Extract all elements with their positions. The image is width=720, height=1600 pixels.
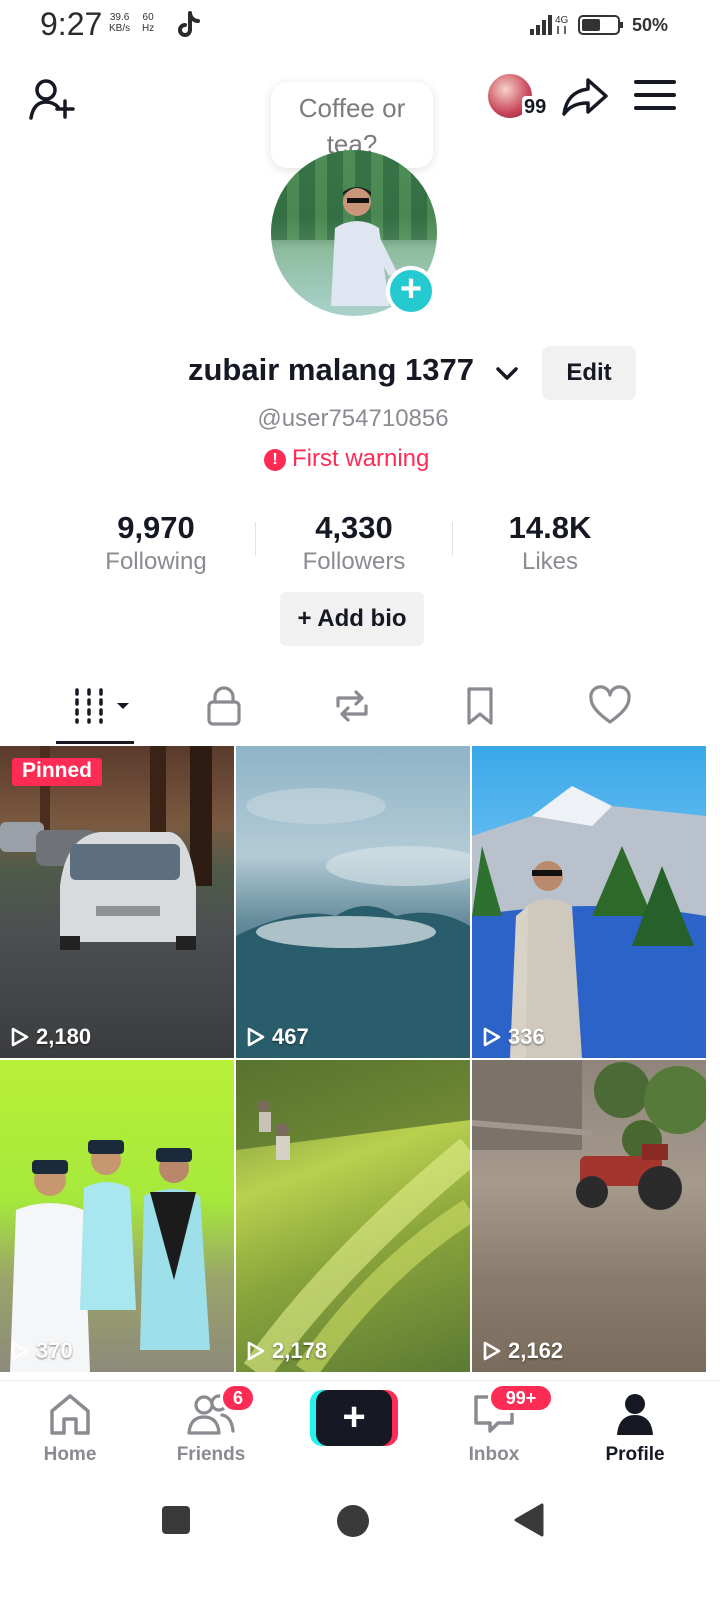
view-count: 2,162 <box>482 1338 563 1364</box>
following-label: Following <box>105 548 207 575</box>
chevron-down-icon[interactable] <box>494 360 520 386</box>
stat-followers[interactable]: 4,330 Followers <box>259 508 449 576</box>
recent-apps-icon[interactable] <box>160 1504 192 1536</box>
video-tile[interactable]: Pinned 2,180 <box>0 746 234 1058</box>
play-icon <box>11 1027 29 1047</box>
status-bar: 9:27 39.6 KB/s 60 Hz 4G 50% <box>0 0 720 50</box>
status-time: 9:27 <box>40 6 103 42</box>
view-count: 2,178 <box>246 1338 327 1364</box>
play-icon <box>11 1341 29 1361</box>
followers-label: Followers <box>302 548 406 575</box>
video-tile[interactable]: 2,162 <box>472 1060 706 1372</box>
stat-likes[interactable]: 14.8K Likes <box>455 508 645 576</box>
inbox-badge: 99+ <box>488 1383 554 1413</box>
view-count: 336 <box>482 1024 545 1050</box>
warning-icon: ! <box>264 449 286 471</box>
tab-reposts[interactable] <box>322 684 382 734</box>
tab-private[interactable] <box>194 684 254 734</box>
create-button[interactable]: + <box>310 1390 398 1446</box>
play-icon <box>483 1027 501 1047</box>
nav-friends-label: Friends <box>176 1444 246 1465</box>
system-nav-bar <box>0 1480 720 1600</box>
lock-icon <box>207 686 241 726</box>
tab-liked[interactable] <box>580 684 640 734</box>
create-plus-icon: + <box>316 1390 392 1446</box>
tiktok-icon <box>178 11 200 37</box>
battery-percent: 50% <box>632 15 669 35</box>
video-thumbnail <box>472 1060 706 1210</box>
nav-home[interactable]: Home <box>10 1391 130 1466</box>
bookmark-icon <box>467 687 493 725</box>
svg-text:4G: 4G <box>555 15 569 26</box>
heart-icon <box>589 685 631 724</box>
stat-divider <box>255 522 256 556</box>
likes-label: Likes <box>521 548 579 575</box>
home-icon <box>50 1394 90 1435</box>
signal-icon: 4G <box>530 15 569 35</box>
edit-profile-button[interactable]: Edit <box>542 346 636 400</box>
video-tile[interactable]: 370 <box>0 1060 234 1372</box>
play-icon <box>247 1027 265 1047</box>
nav-inbox-label: Inbox <box>468 1444 520 1465</box>
following-count: 9,970 <box>117 510 195 545</box>
video-thumbnail <box>472 786 706 1058</box>
tab-active-underline <box>56 741 134 744</box>
view-count: 370 <box>10 1338 73 1364</box>
pinned-badge: Pinned <box>12 758 103 786</box>
profile-display-name[interactable]: zubair malang 1377 <box>188 352 474 388</box>
friends-badge: 6 <box>220 1383 256 1413</box>
play-icon <box>247 1341 265 1361</box>
play-icon <box>483 1341 501 1361</box>
nav-profile-label: Profile <box>605 1444 665 1465</box>
video-tile[interactable]: 467 <box>236 746 470 1058</box>
add-story-button[interactable]: + <box>386 266 436 316</box>
home-button-icon[interactable] <box>336 1504 370 1538</box>
profile-visitors-count[interactable]: 99 <box>522 96 549 119</box>
tab-videos[interactable] <box>68 684 134 734</box>
video-thumbnail <box>236 788 470 1058</box>
repost-icon <box>336 690 368 722</box>
nav-home-label: Home <box>43 1444 97 1465</box>
tab-favorites[interactable] <box>450 684 510 734</box>
video-tile[interactable]: 336 <box>472 746 706 1058</box>
refresh-rate: 60 Hz <box>142 12 155 34</box>
video-tile[interactable]: 2,178 <box>236 1060 470 1372</box>
network-speed: 39.6 KB/s <box>109 12 131 34</box>
followers-count: 4,330 <box>315 510 393 545</box>
likes-count: 14.8K <box>508 510 592 545</box>
video-thumbnail <box>236 1060 470 1372</box>
profile-icon <box>617 1394 653 1435</box>
stat-divider <box>452 522 453 556</box>
view-count: 2,180 <box>10 1024 91 1050</box>
video-thumbnail <box>10 1140 210 1372</box>
back-icon[interactable] <box>512 1502 546 1538</box>
stat-following[interactable]: 9,970 Following <box>61 508 251 576</box>
add-bio-button[interactable]: + Add bio <box>280 592 424 646</box>
videos-grid-icon <box>75 688 129 724</box>
add-friend-icon[interactable] <box>28 76 76 122</box>
profile-handle: @user754710856 <box>257 405 449 432</box>
battery-icon <box>578 15 623 35</box>
warning-text: First warning <box>292 445 430 472</box>
video-thumbnail <box>0 746 212 950</box>
view-count: 467 <box>246 1024 309 1050</box>
nav-profile[interactable]: Profile <box>575 1391 695 1466</box>
share-icon[interactable] <box>560 74 610 118</box>
menu-icon[interactable] <box>634 78 676 112</box>
account-warning[interactable]: ! First warning <box>264 445 429 475</box>
